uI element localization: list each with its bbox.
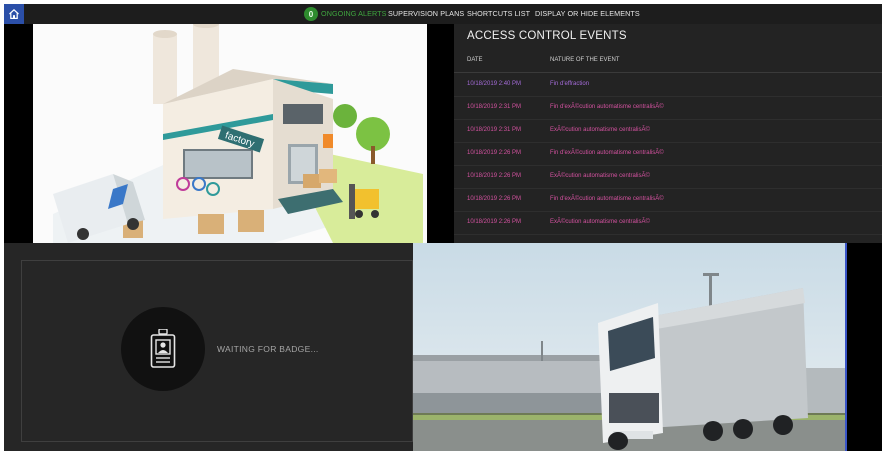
nav-ongoing-alerts[interactable]: ONGOING ALERTS [321, 4, 387, 24]
event-nature: Fin d'effraction [550, 81, 590, 87]
home-icon [9, 8, 19, 19]
top-bar: 0 ONGOING ALERTS SUPERVISION PLANS SHORT… [4, 4, 882, 24]
events-title: ACCESS CONTROL EVENTS [467, 30, 627, 42]
table-row[interactable]: 10/18/2019 2:26 PM Fin d'exÃ©cution auto… [454, 143, 882, 166]
app-window: 0 ONGOING ALERTS SUPERVISION PLANS SHORT… [0, 0, 886, 455]
event-date: 10/18/2019 2:26 PM [467, 196, 522, 202]
event-nature: Fin d'exÃ©cution automatisme centralisÃ© [550, 104, 664, 110]
badge-reader-panel: WAITING FOR BADGE... [4, 243, 413, 451]
table-row[interactable]: 10/18/2019 2:31 PM Fin d'exÃ©cution auto… [454, 97, 882, 120]
middle-black-strip [427, 24, 454, 243]
event-date: 10/18/2019 2:26 PM [467, 173, 522, 179]
table-row[interactable]: 10/18/2019 2:26 PM ExÃ©cution automatism… [454, 166, 882, 189]
nav-display-or-hide-elements[interactable]: DISPLAY OR HIDE ELEMENTS [535, 4, 640, 24]
table-row[interactable]: 10/18/2019 2:40 PM Fin d'effraction [454, 74, 882, 97]
column-header-date: DATE [467, 57, 483, 63]
event-date: 10/18/2019 2:26 PM [467, 150, 522, 156]
waiting-for-badge-text: WAITING FOR BADGE... [217, 344, 319, 354]
home-button[interactable] [4, 4, 24, 24]
id-badge-icon [150, 329, 176, 368]
event-nature: Fin d'exÃ©cution automatisme centralisÃ© [550, 150, 664, 156]
table-row[interactable]: 10/18/2019 2:26 PM Fin d'exÃ©cution auto… [454, 189, 882, 212]
header-divider [454, 72, 882, 73]
left-black-strip [4, 24, 33, 243]
truck-camera-image [413, 243, 847, 451]
factory-illustration: factory [53, 24, 423, 243]
nav-shortcuts-list[interactable]: SHORTCUTS LIST [467, 4, 530, 24]
event-date: 10/18/2019 2:40 PM [467, 81, 522, 87]
event-nature: Fin d'exÃ©cution automatisme centralisÃ© [550, 196, 664, 202]
event-nature: ExÃ©cution automatisme centralisÃ© [550, 219, 650, 225]
event-nature: ExÃ©cution automatisme centralisÃ© [550, 127, 650, 133]
nav-supervision-plans[interactable]: SUPERVISION PLANS [388, 4, 464, 24]
right-black-strip [847, 243, 882, 451]
camera-view-truck[interactable] [413, 243, 847, 451]
badge-reader-circle [121, 307, 205, 391]
table-row[interactable]: 10/18/2019 2:31 PM ExÃ©cution automatism… [454, 120, 882, 143]
column-header-nature: NATURE OF THE EVENT [550, 57, 620, 63]
event-nature: ExÃ©cution automatisme centralisÃ© [550, 173, 650, 179]
table-row[interactable]: 10/18/2019 2:26 PM ExÃ©cution automatism… [454, 212, 882, 235]
alerts-count-badge[interactable]: 0 [304, 7, 318, 21]
event-date: 10/18/2019 2:26 PM [467, 219, 522, 225]
event-date: 10/18/2019 2:31 PM [467, 127, 522, 133]
events-table-header: DATE NATURE OF THE EVENT [454, 52, 882, 72]
access-control-events-panel: ACCESS CONTROL EVENTS DATE NATURE OF THE… [454, 24, 882, 243]
event-date: 10/18/2019 2:31 PM [467, 104, 522, 110]
factory-plan-view[interactable]: factory [33, 24, 427, 243]
